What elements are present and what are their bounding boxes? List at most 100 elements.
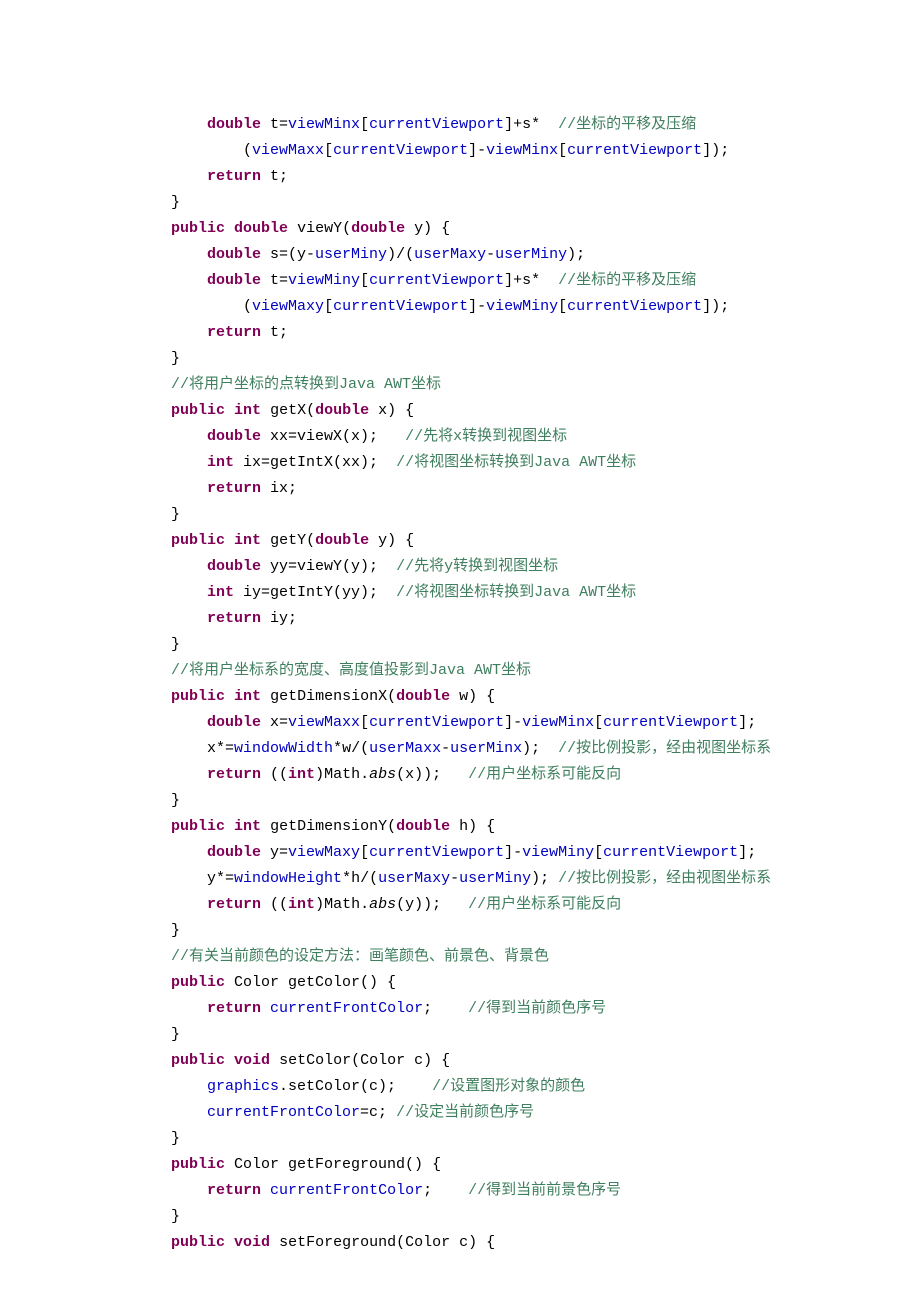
code-page: double t=viewMinx[currentViewport]+s* //… — [0, 0, 920, 1256]
text-token: ); — [522, 740, 558, 757]
field-token: viewMaxy — [252, 298, 324, 315]
field-token: currentFrontColor — [270, 1182, 423, 1199]
text-token: - — [450, 870, 459, 887]
text-token: y) { — [369, 532, 414, 549]
keyword-token: return — [207, 480, 261, 497]
text-token: x*= — [207, 740, 234, 757]
comment-token: //设定当前颜色序号 — [396, 1104, 534, 1121]
text-token — [225, 1052, 234, 1069]
text-token: ]); — [702, 298, 729, 315]
text-token: getY( — [261, 532, 315, 549]
field-token: userMaxy — [378, 870, 450, 887]
keyword-token: public — [171, 974, 225, 991]
code-line: //将用户坐标的点转换到Java AWT坐标 — [135, 372, 920, 398]
comment-token: //有关当前颜色的设定方法：画笔颜色、前景色、背景色 — [171, 948, 549, 965]
code-line: return t; — [135, 164, 920, 190]
text-token: [ — [360, 272, 369, 289]
text-token: abs — [369, 766, 396, 783]
field-token: currentViewport — [369, 844, 504, 861]
text-token — [225, 818, 234, 835]
keyword-token: void — [234, 1052, 270, 1069]
text-token: } — [171, 350, 180, 367]
code-line: double s=(y-userMiny)/(userMaxy-userMiny… — [135, 242, 920, 268]
keyword-token: int — [234, 402, 261, 419]
text-token: ); — [531, 870, 558, 887]
keyword-token: double — [207, 246, 261, 263]
code-line: return iy; — [135, 606, 920, 632]
keyword-token: public — [171, 818, 225, 835]
text-token: [ — [594, 714, 603, 731]
text-token: ]; — [738, 844, 756, 861]
field-token: currentFrontColor — [207, 1104, 360, 1121]
text-token: y= — [261, 844, 288, 861]
keyword-token: return — [207, 168, 261, 185]
field-token: viewMinx — [486, 142, 558, 159]
text-token: .setColor(c); — [279, 1078, 432, 1095]
text-token: abs — [369, 896, 396, 913]
comment-token: //得到当前颜色序号 — [468, 1000, 606, 1017]
keyword-token: return — [207, 324, 261, 341]
text-token: ( — [243, 298, 252, 315]
comment-token: //将视图坐标转换到Java AWT坐标 — [396, 584, 636, 601]
keyword-token: int — [288, 896, 315, 913]
code-line: public int getDimensionX(double w) { — [135, 684, 920, 710]
text-token: ]- — [468, 298, 486, 315]
text-token: [ — [360, 116, 369, 133]
text-token: setForeground(Color c) { — [270, 1234, 495, 1251]
code-line: (viewMaxx[currentViewport]-viewMinx[curr… — [135, 138, 920, 164]
comment-token: //将用户坐标的点转换到Java AWT坐标 — [171, 376, 441, 393]
code-block: double t=viewMinx[currentViewport]+s* //… — [135, 112, 920, 1256]
field-token: viewMinx — [522, 714, 594, 731]
text-token: t; — [261, 168, 288, 185]
field-token: currentViewport — [369, 116, 504, 133]
text-token: [ — [360, 844, 369, 861]
code-line: public void setColor(Color c) { — [135, 1048, 920, 1074]
field-token: viewMiny — [522, 844, 594, 861]
field-token: userMaxy — [414, 246, 486, 263]
comment-token: //坐标的平移及压缩 — [558, 116, 696, 133]
text-token: - — [486, 246, 495, 263]
code-line: return ix; — [135, 476, 920, 502]
code-line: } — [135, 190, 920, 216]
comment-token: //坐标的平移及压缩 — [558, 272, 696, 289]
text-token: ]- — [504, 844, 522, 861]
text-token: ]+s* — [504, 116, 558, 133]
text-token: yy=viewY(y); — [261, 558, 396, 575]
text-token: } — [171, 792, 180, 809]
code-line: public Color getColor() { — [135, 970, 920, 996]
code-line: //有关当前颜色的设定方法：画笔颜色、前景色、背景色 — [135, 944, 920, 970]
code-line: double y=viewMaxy[currentViewport]-viewM… — [135, 840, 920, 866]
field-token: currentFrontColor — [270, 1000, 423, 1017]
text-token: y) { — [405, 220, 450, 237]
text-token: x= — [261, 714, 288, 731]
text-token: - — [441, 740, 450, 757]
keyword-token: public — [171, 1156, 225, 1173]
keyword-token: public — [171, 1052, 225, 1069]
text-token: *h/( — [342, 870, 378, 887]
code-line: } — [135, 1126, 920, 1152]
code-line: } — [135, 346, 920, 372]
keyword-token: return — [207, 896, 261, 913]
field-token: currentViewport — [333, 142, 468, 159]
code-line: return ((int)Math.abs(x)); //用户坐标系可能反向 — [135, 762, 920, 788]
text-token: } — [171, 1026, 180, 1043]
keyword-token: double — [207, 844, 261, 861]
keyword-token: public — [171, 1234, 225, 1251]
comment-token: //按比例投影，经由视图坐标系 — [558, 740, 771, 757]
field-token: userMinx — [450, 740, 522, 757]
keyword-token: public — [171, 220, 225, 237]
text-token: )/( — [387, 246, 414, 263]
text-token: ; — [423, 1000, 468, 1017]
text-token: ]); — [702, 142, 729, 159]
text-token: (x)); — [396, 766, 468, 783]
code-line: return currentFrontColor; //得到当前前景色序号 — [135, 1178, 920, 1204]
code-line: (viewMaxy[currentViewport]-viewMiny[curr… — [135, 294, 920, 320]
keyword-token: double — [315, 532, 369, 549]
field-token: graphics — [207, 1078, 279, 1095]
comment-token: //按比例投影，经由视图坐标系 — [558, 870, 771, 887]
comment-token: //将视图坐标转换到Java AWT坐标 — [396, 454, 636, 471]
comment-token: //用户坐标系可能反向 — [468, 896, 621, 913]
text-token — [225, 1234, 234, 1251]
keyword-token: void — [234, 1234, 270, 1251]
text-token: Color getForeground() { — [225, 1156, 441, 1173]
